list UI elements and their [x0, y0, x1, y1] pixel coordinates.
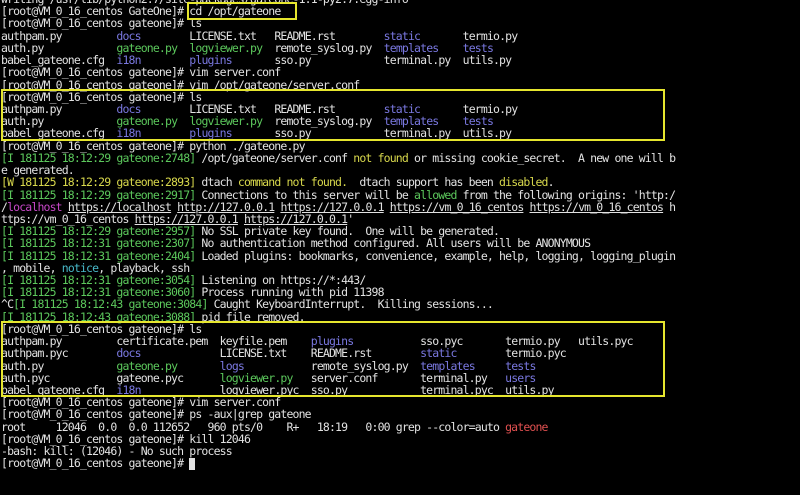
terminal-line: [root@VM_0_16_centos gateone]#	[1, 456, 675, 471]
highlight-ls-output-2	[1, 321, 665, 397]
terminal-text: /opt/gateone/server.conf	[195, 150, 354, 165]
terminal-output[interactable]: writing /usr/lib/python2.7/site-packages…	[1, 0, 676, 471]
highlight-ls-output-1	[1, 89, 665, 141]
terminal-text: not found	[353, 150, 409, 165]
terminal-text: or missing cookie_secret. A new one will…	[407, 150, 676, 165]
highlight-cd-command	[187, 2, 297, 20]
terminal-text: Loaded plugins: bookmarks, convenience, …	[195, 248, 676, 263]
terminal-line: [I 181125 18:12:29 gateone:2748] /opt/ga…	[1, 150, 676, 165]
terminal-text: [root@VM_0_16_centos gateone]#	[1, 456, 190, 471]
terminal-text: h	[663, 199, 676, 214]
url-text: https://vm_0_16_centos	[389, 199, 524, 214]
url-text: https://vm_0_16_centos	[529, 199, 664, 214]
cursor-block	[189, 457, 196, 470]
terminal-text: gateone	[505, 419, 548, 434]
